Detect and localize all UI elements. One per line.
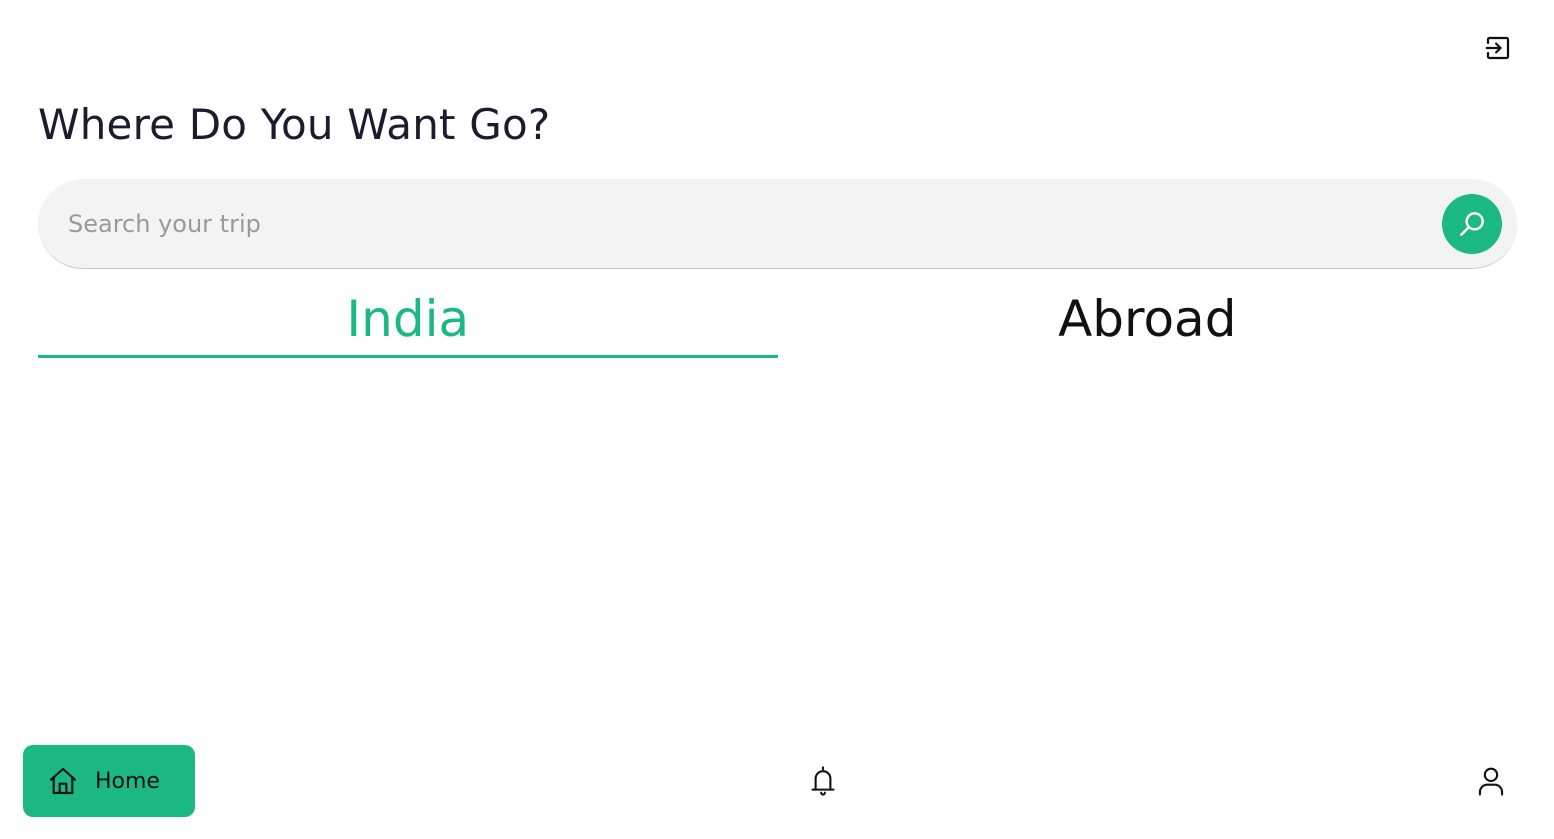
search-button[interactable] bbox=[1442, 194, 1502, 254]
nav-profile-button[interactable] bbox=[1474, 764, 1508, 798]
app-screen: Where Do You Want Go? India Abroad Home bbox=[0, 0, 1554, 839]
bell-icon bbox=[811, 766, 835, 796]
tab-india-label: India bbox=[346, 290, 470, 348]
tab-india[interactable]: India bbox=[38, 284, 778, 360]
bottom-navigation: Home bbox=[0, 740, 1554, 830]
home-icon bbox=[49, 767, 77, 795]
search-icon bbox=[1460, 212, 1484, 236]
nav-notifications-button[interactable] bbox=[806, 764, 840, 798]
tab-abroad[interactable]: Abroad bbox=[778, 284, 1518, 360]
destination-tabs: India Abroad bbox=[38, 284, 1517, 360]
nav-home-button[interactable]: Home bbox=[23, 745, 195, 817]
search-input[interactable] bbox=[68, 201, 1428, 247]
logout-icon bbox=[1485, 36, 1510, 60]
nav-home-label: Home bbox=[95, 768, 160, 794]
tab-abroad-label: Abroad bbox=[1058, 290, 1237, 348]
logout-button[interactable] bbox=[1480, 30, 1516, 66]
user-icon bbox=[1478, 767, 1504, 796]
search-bar bbox=[38, 179, 1517, 269]
page-title: Where Do You Want Go? bbox=[38, 100, 551, 149]
